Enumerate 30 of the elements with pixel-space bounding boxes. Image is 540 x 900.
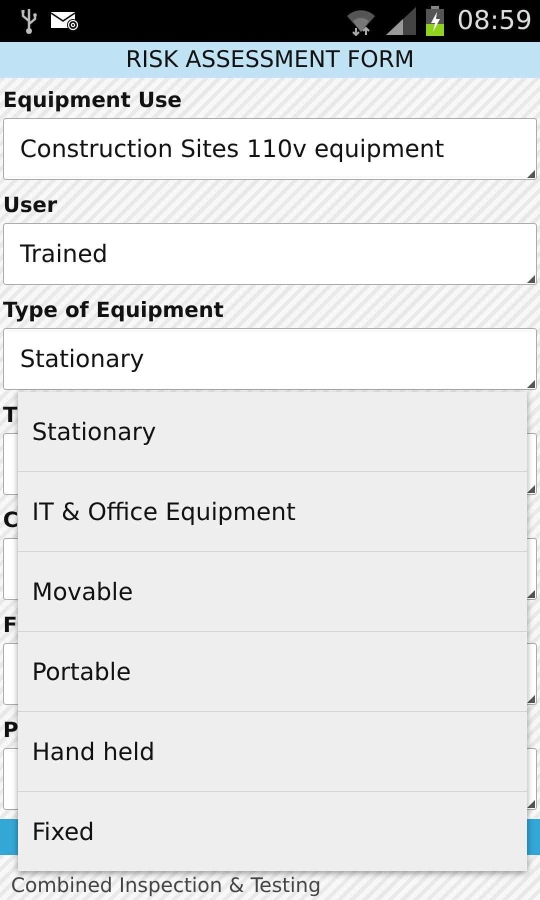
form-title: RISK ASSESSMENT FORM: [126, 47, 414, 73]
resize-corner-icon: [527, 170, 535, 178]
field-label: P: [3, 717, 18, 744]
dropdown-option[interactable]: IT & Office Equipment: [18, 472, 527, 552]
dropdown-option[interactable]: Portable: [18, 632, 527, 712]
dropdown-option[interactable]: Hand held: [18, 712, 527, 792]
battery-icon: [425, 6, 446, 36]
field-label: F: [3, 612, 18, 639]
input-field[interactable]: Stationary: [3, 328, 537, 390]
resize-corner-icon: [527, 695, 535, 703]
field-label: Equipment Use: [3, 87, 182, 114]
resize-corner-icon: [527, 380, 535, 388]
usb-icon: [20, 7, 38, 35]
field-label: T: [3, 402, 18, 429]
dropdown-option[interactable]: Fixed: [18, 792, 527, 871]
signal-icon: [385, 6, 418, 36]
input-field[interactable]: Trained: [3, 223, 537, 285]
dropdown-option[interactable]: Movable: [18, 552, 527, 632]
field-label: C: [3, 507, 18, 534]
clock: 08:59: [457, 6, 532, 36]
field-label: Type of Equipment: [3, 297, 224, 324]
resize-corner-icon: [527, 590, 535, 598]
section-text: Combined Inspection & Testing: [11, 873, 322, 897]
dropdown-option[interactable]: Stationary: [18, 392, 527, 472]
mail-icon: [50, 10, 80, 32]
resize-corner-icon: [527, 275, 535, 283]
resize-corner-icon: [527, 485, 535, 493]
field-label: User: [3, 192, 58, 219]
input-field[interactable]: Construction Sites 110v equipment: [3, 118, 537, 180]
resize-corner-icon: [527, 800, 535, 808]
